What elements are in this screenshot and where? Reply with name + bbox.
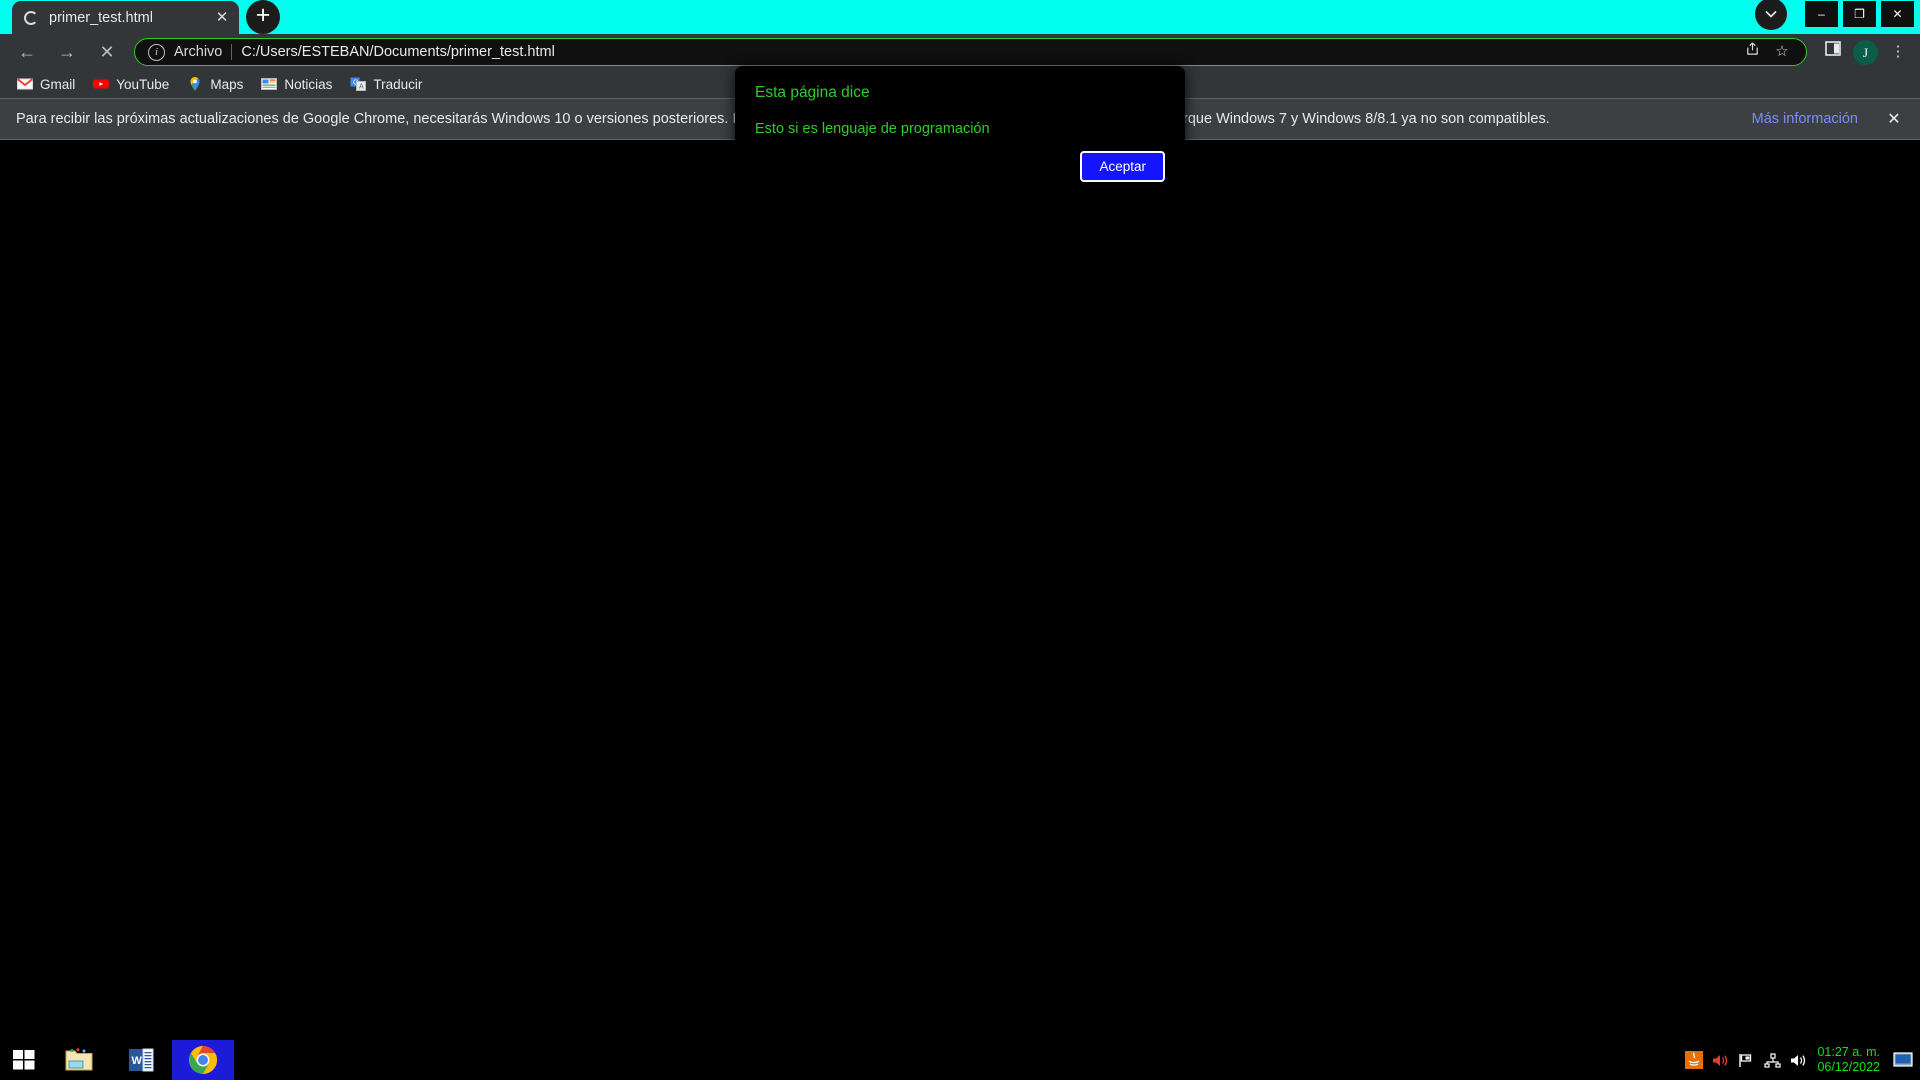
accept-button[interactable]: Aceptar <box>1080 151 1165 182</box>
window-controls: – ❐ ✕ <box>1755 0 1920 30</box>
start-button[interactable] <box>0 1040 48 1080</box>
youtube-icon <box>93 76 110 92</box>
forward-button[interactable]: → <box>52 37 82 67</box>
back-button[interactable]: ← <box>12 37 42 67</box>
windows-taskbar: W 01:27 a. m. 06/12/2022 <box>0 1040 1920 1080</box>
more-info-link[interactable]: Más información <box>1752 111 1858 127</box>
bookmark-youtube[interactable]: YouTube <box>85 72 177 96</box>
tab-close-icon[interactable]: ✕ <box>213 9 231 27</box>
network-icon[interactable] <box>1759 1040 1785 1080</box>
svg-text:A: A <box>359 84 364 91</box>
side-panel-icon[interactable] <box>1819 38 1847 66</box>
bookmark-label: Maps <box>210 76 244 92</box>
omnibox-divider <box>231 44 233 60</box>
flag-icon[interactable] <box>1733 1040 1759 1080</box>
news-icon <box>261 76 278 92</box>
bookmark-label: YouTube <box>116 76 170 92</box>
java-icon[interactable] <box>1681 1040 1707 1080</box>
clock-time: 01:27 a. m. <box>1817 1045 1880 1059</box>
bookmark-label: Gmail <box>40 76 76 92</box>
close-window-button[interactable]: ✕ <box>1881 1 1914 27</box>
svg-text:W: W <box>132 1055 143 1067</box>
profile-avatar[interactable]: J <box>1853 39 1878 65</box>
clock-date: 06/12/2022 <box>1817 1060 1880 1074</box>
bookmark-label: Noticias <box>284 76 333 92</box>
bookmark-noticias[interactable]: Noticias <box>253 72 340 96</box>
browser-tab[interactable]: primer_test.html ✕ <box>12 1 239 34</box>
speaker-icon[interactable] <box>1785 1040 1811 1080</box>
chrome-menu-icon[interactable]: ⋮ <box>1884 38 1912 66</box>
dialog-title: Esta página dice <box>755 84 870 101</box>
taskbar-item-file-explorer[interactable] <box>48 1040 110 1080</box>
stop-loading-button[interactable]: ✕ <box>92 37 122 67</box>
page-info-icon[interactable]: i <box>148 43 165 61</box>
chevron-down-icon[interactable] <box>1755 0 1787 30</box>
taskbar-item-google-chrome[interactable] <box>172 1040 234 1080</box>
gmail-icon <box>16 76 34 92</box>
bookmark-gmail[interactable]: Gmail <box>9 72 83 96</box>
dialog-actions: Aceptar <box>755 151 1165 182</box>
translate-icon: GA <box>350 76 367 92</box>
close-icon[interactable]: ✕ <box>1884 109 1904 129</box>
bookmark-label: Traducir <box>373 76 423 92</box>
new-tab-button[interactable]: + <box>246 0 280 34</box>
taskbar-clock[interactable]: 01:27 a. m. 06/12/2022 <box>1817 1045 1880 1075</box>
show-desktop-button[interactable] <box>1890 1040 1916 1080</box>
bookmark-star-icon[interactable]: ☆ <box>1768 38 1796 66</box>
browser-toolbar: ← → ✕ i Archivo C:/Users/ESTEBAN/Documen… <box>0 34 1920 70</box>
tab-title: primer_test.html <box>49 9 153 26</box>
address-bar[interactable]: i Archivo C:/Users/ESTEBAN/Documents/pri… <box>134 38 1807 66</box>
omnibox-scheme-label: Archivo <box>174 44 223 60</box>
system-tray: 01:27 a. m. 06/12/2022 <box>1681 1040 1920 1080</box>
tab-loading-spinner-icon <box>24 10 38 25</box>
javascript-alert-dialog: Esta página dice Esto si es lenguaje de … <box>735 66 1185 196</box>
minimize-button[interactable]: – <box>1805 1 1838 27</box>
maximize-button[interactable]: ❐ <box>1843 1 1876 27</box>
omnibox-url-text[interactable]: C:/Users/ESTEBAN/Documents/primer_test.h… <box>241 44 1736 60</box>
bookmark-maps[interactable]: Maps <box>179 72 251 96</box>
bookmark-traducir[interactable]: GA Traducir <box>342 72 430 96</box>
dialog-message: Esto si es lenguaje de programación <box>755 121 990 137</box>
volume-muted-icon[interactable] <box>1707 1040 1733 1080</box>
taskbar-item-microsoft-word[interactable]: W <box>110 1040 172 1080</box>
share-icon[interactable] <box>1738 38 1766 66</box>
tab-strip: primer_test.html ✕ + – ❐ ✕ <box>0 0 1920 34</box>
maps-icon <box>187 76 203 92</box>
page-content <box>0 140 1920 1040</box>
